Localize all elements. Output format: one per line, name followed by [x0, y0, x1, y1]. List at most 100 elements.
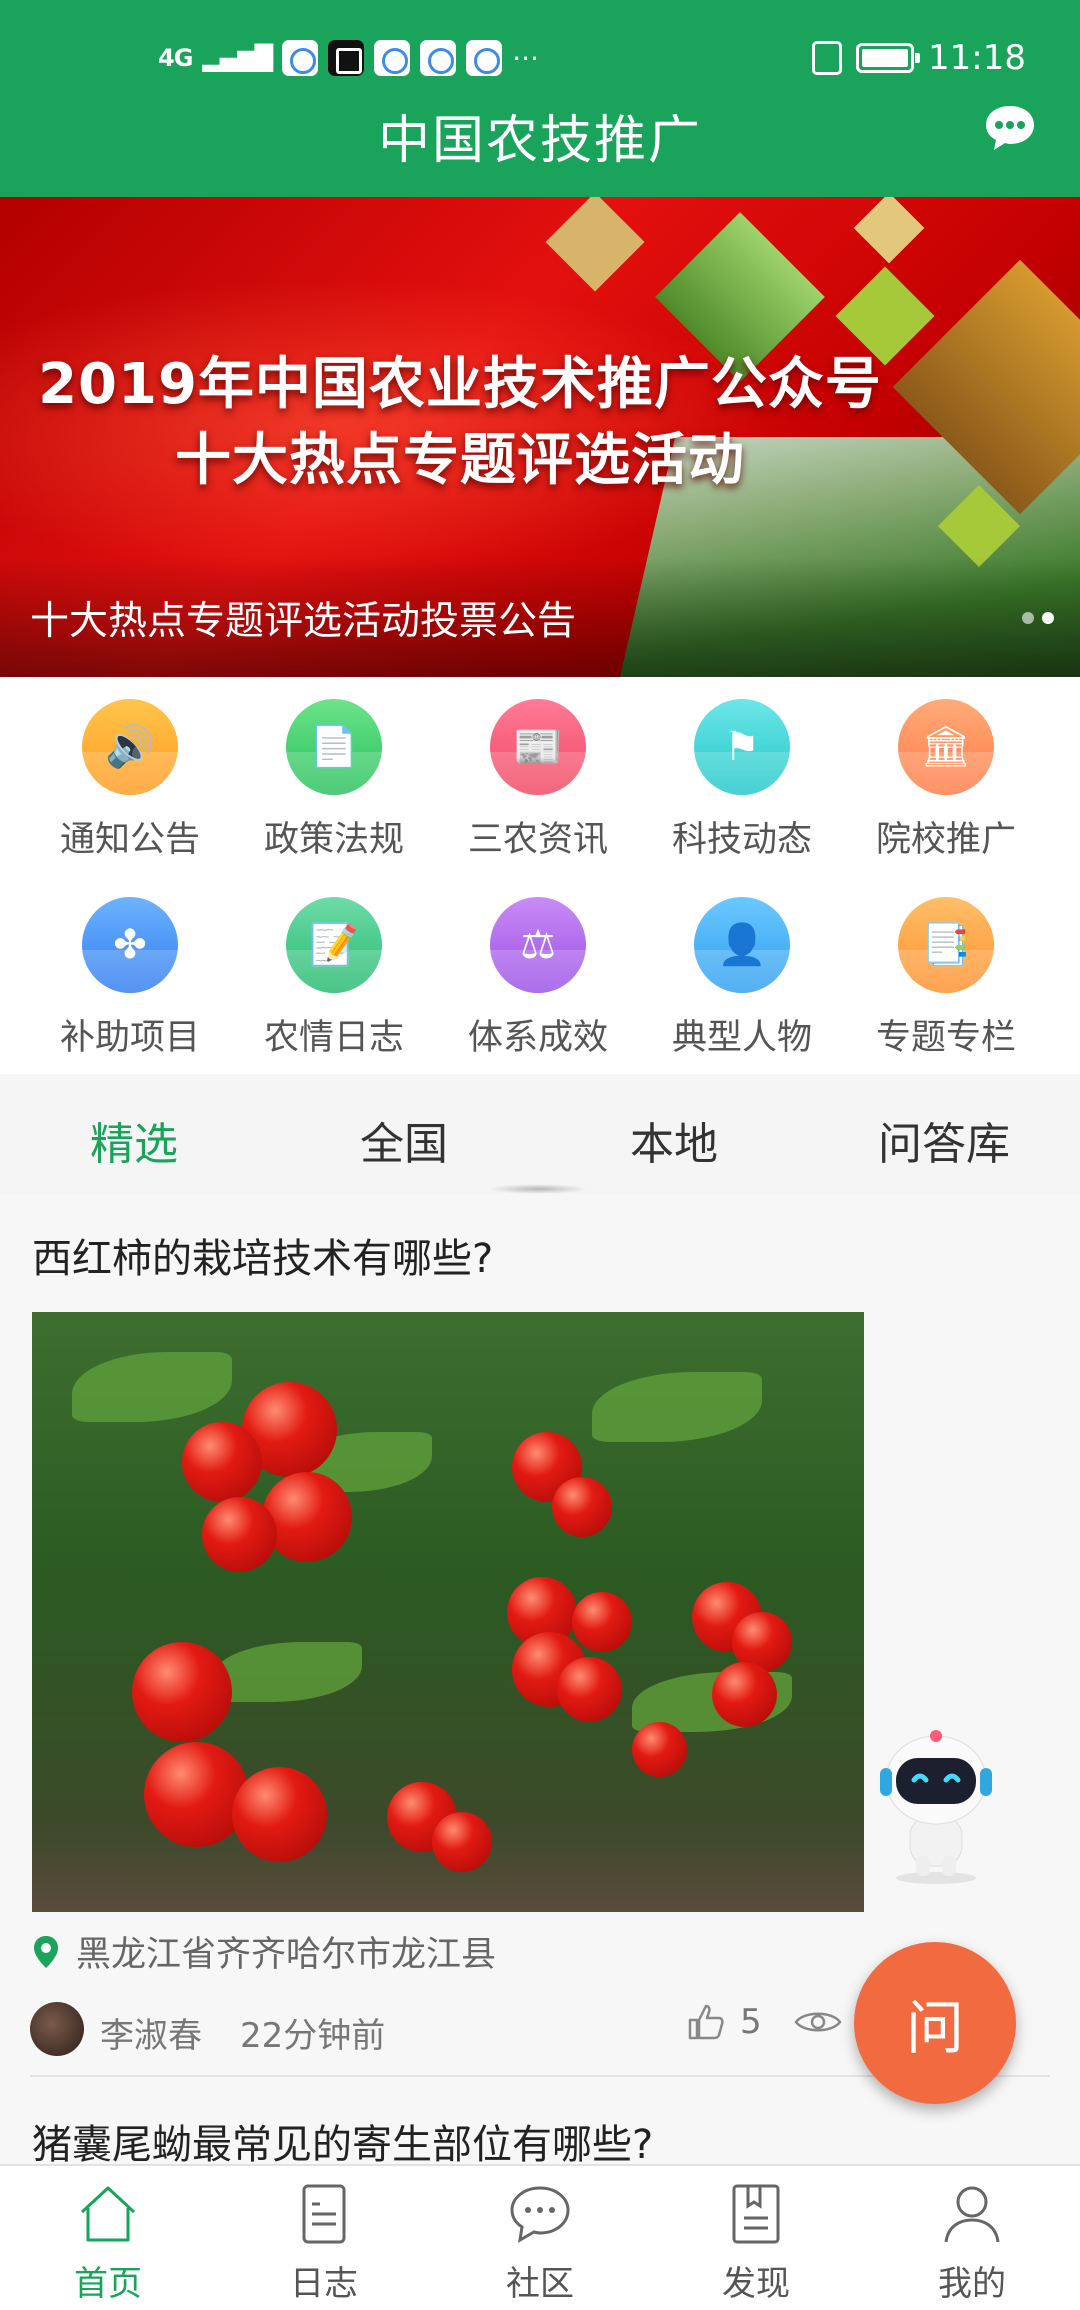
nav-label-community: 社区 — [506, 2264, 574, 2304]
leaf-shape — [592, 1372, 762, 1442]
post-time: 22分钟前 — [240, 2016, 386, 2056]
bottom-nav: 首页 日志 社区 发现 我的 — [0, 2164, 1080, 2310]
page-title: 中国农技推广 — [377, 111, 702, 171]
notification-app-icon — [374, 40, 411, 76]
icon-glyph: 📝 — [309, 922, 359, 968]
banner-caption: 十大热点专题评选活动投票公告 — [30, 599, 577, 644]
person-card-icon: 👤 — [694, 897, 790, 993]
quick-menu-item[interactable]: 📰 三农资讯 — [436, 699, 640, 862]
quick-menu-item[interactable]: 🏛 院校推广 — [844, 699, 1048, 862]
author-name[interactable]: 李淑春 — [100, 2008, 202, 2057]
profile-icon — [944, 2186, 1000, 2243]
quick-menu-label: 农情日志 — [263, 1018, 404, 1058]
quick-menu-label: 专题专栏 — [875, 1018, 1016, 1058]
icon-glyph: ⚖ — [520, 922, 556, 968]
banner-diamond — [853, 197, 925, 264]
clock: 11:18 — [928, 38, 1026, 78]
icon-glyph: 📰 — [513, 724, 563, 770]
thumbs-up-icon — [688, 2004, 724, 2040]
tomato — [144, 1742, 249, 1847]
icon-glyph: ✤ — [113, 922, 147, 968]
location-pin-icon — [34, 1935, 58, 1968]
quick-menu-label: 补助项目 — [59, 1018, 200, 1058]
tomato — [572, 1592, 632, 1652]
school-building-icon: 🏛 — [898, 699, 994, 795]
post-title[interactable]: 西红柿的栽培技术有哪些? — [32, 1226, 493, 1284]
quick-menu-item[interactable]: ⚑ 科技动态 — [640, 699, 844, 862]
notification-app-icon — [282, 40, 319, 76]
nav-item-journal[interactable]: 日志 — [216, 2166, 432, 2310]
leaf-shape — [72, 1352, 232, 1422]
icon-glyph: 📑 — [921, 922, 971, 968]
carousel-indicator — [1022, 612, 1054, 624]
more-notifications: ··· — [512, 41, 539, 75]
grid-clover-icon: ✤ — [82, 897, 178, 993]
icon-glyph: 👤 — [717, 922, 767, 968]
home-icon — [80, 2186, 136, 2242]
nav-label-home: 首页 — [74, 2264, 142, 2304]
quick-menu-label: 科技动态 — [671, 820, 812, 860]
quick-menu-item[interactable]: 📝 农情日志 — [232, 897, 436, 1060]
quick-menu-item[interactable]: 🔊 通知公告 — [28, 699, 232, 862]
avatar[interactable] — [30, 2002, 84, 2056]
eye-icon — [794, 2012, 842, 2032]
status-bar: 4G ▂▄▆█ ··· 11:18 — [0, 0, 1080, 100]
quick-menu-label: 典型人物 — [671, 1018, 812, 1058]
quick-menu-label: 通知公告 — [59, 820, 200, 860]
nav-label-profile: 我的 — [938, 2264, 1006, 2304]
notification-app-icon — [328, 40, 365, 76]
vibrate-icon — [812, 41, 843, 75]
carousel-dot[interactable] — [1022, 612, 1034, 624]
nav-item-discover[interactable]: 发现 — [648, 2166, 864, 2310]
post-title[interactable]: 猪囊尾蚴最常见的寄生部位有哪些? — [32, 2112, 653, 2164]
tomato — [232, 1767, 327, 1862]
quick-menu-item[interactable]: ✤ 补助项目 — [28, 897, 232, 1060]
signal-bars-icon: ▂▄▆█ — [202, 44, 273, 72]
discover-book-icon — [732, 2184, 780, 2244]
icon-glyph: 📄 — [309, 724, 359, 770]
tomato — [432, 1812, 492, 1872]
like-button[interactable]: 5 — [686, 2002, 762, 2042]
journal-icon — [302, 2184, 346, 2244]
battery-icon — [856, 43, 921, 73]
tab-national[interactable]: 全国 — [360, 1108, 448, 1172]
status-left: 4G ▂▄▆█ ··· — [158, 40, 539, 76]
app-header: 4G ▂▄▆█ ··· 11:18 中国农技推广 — [0, 0, 1080, 197]
banner-headline: 2019年中国农业技术推广公众号 十大热点专题评选活动 — [0, 347, 920, 499]
notification-qq-icon — [420, 40, 457, 76]
notification-baidu-icon — [466, 40, 503, 76]
quick-menu-label: 三农资讯 — [467, 820, 608, 860]
community-chat-icon — [510, 2186, 570, 2243]
tomato — [182, 1422, 262, 1502]
tomato — [552, 1477, 612, 1537]
tab-featured[interactable]: 精选 — [90, 1108, 178, 1172]
quick-menu-item[interactable]: 👤 典型人物 — [640, 897, 844, 1060]
ask-question-button[interactable]: 问 — [854, 1942, 1016, 2104]
nav-label-journal: 日志 — [290, 2264, 358, 2304]
nav-item-profile[interactable]: 我的 — [864, 2166, 1080, 2310]
chat-bubble-icon[interactable] — [984, 104, 1036, 152]
banner-diamond — [545, 197, 645, 292]
tab-indicator — [488, 1184, 588, 1194]
network-signal: 4G — [158, 44, 193, 72]
tab-qa-library[interactable]: 问答库 — [878, 1108, 1010, 1172]
tomato — [632, 1722, 687, 1777]
nav-item-home[interactable]: 首页 — [0, 2166, 216, 2310]
quick-menu-item[interactable]: ⚖ 体系成效 — [436, 897, 640, 1060]
document-chart-icon: 📄 — [286, 699, 382, 795]
like-count: 5 — [740, 2002, 762, 2042]
carousel-dot-active[interactable] — [1042, 612, 1054, 624]
robot-assistant-icon[interactable] — [870, 1728, 1000, 1888]
quick-menu-item[interactable]: 📑 专题专栏 — [844, 897, 1048, 1060]
promo-banner[interactable]: 2019年中国农业技术推广公众号 十大热点专题评选活动 十大热点专题评选活动投票… — [0, 197, 1080, 677]
quick-menu-item[interactable]: 📄 政策法规 — [232, 699, 436, 862]
tomato — [202, 1497, 277, 1572]
post-image[interactable] — [32, 1312, 864, 1912]
nav-item-community[interactable]: 社区 — [432, 2166, 648, 2310]
tomato — [132, 1642, 232, 1742]
nav-label-discover: 发现 — [722, 2264, 790, 2304]
post-location: 黑龙江省齐齐哈尔市龙江县 — [32, 1926, 496, 1977]
tomato — [712, 1662, 777, 1727]
gavel-icon: ⚖ — [490, 897, 586, 993]
tab-local[interactable]: 本地 — [630, 1108, 718, 1172]
